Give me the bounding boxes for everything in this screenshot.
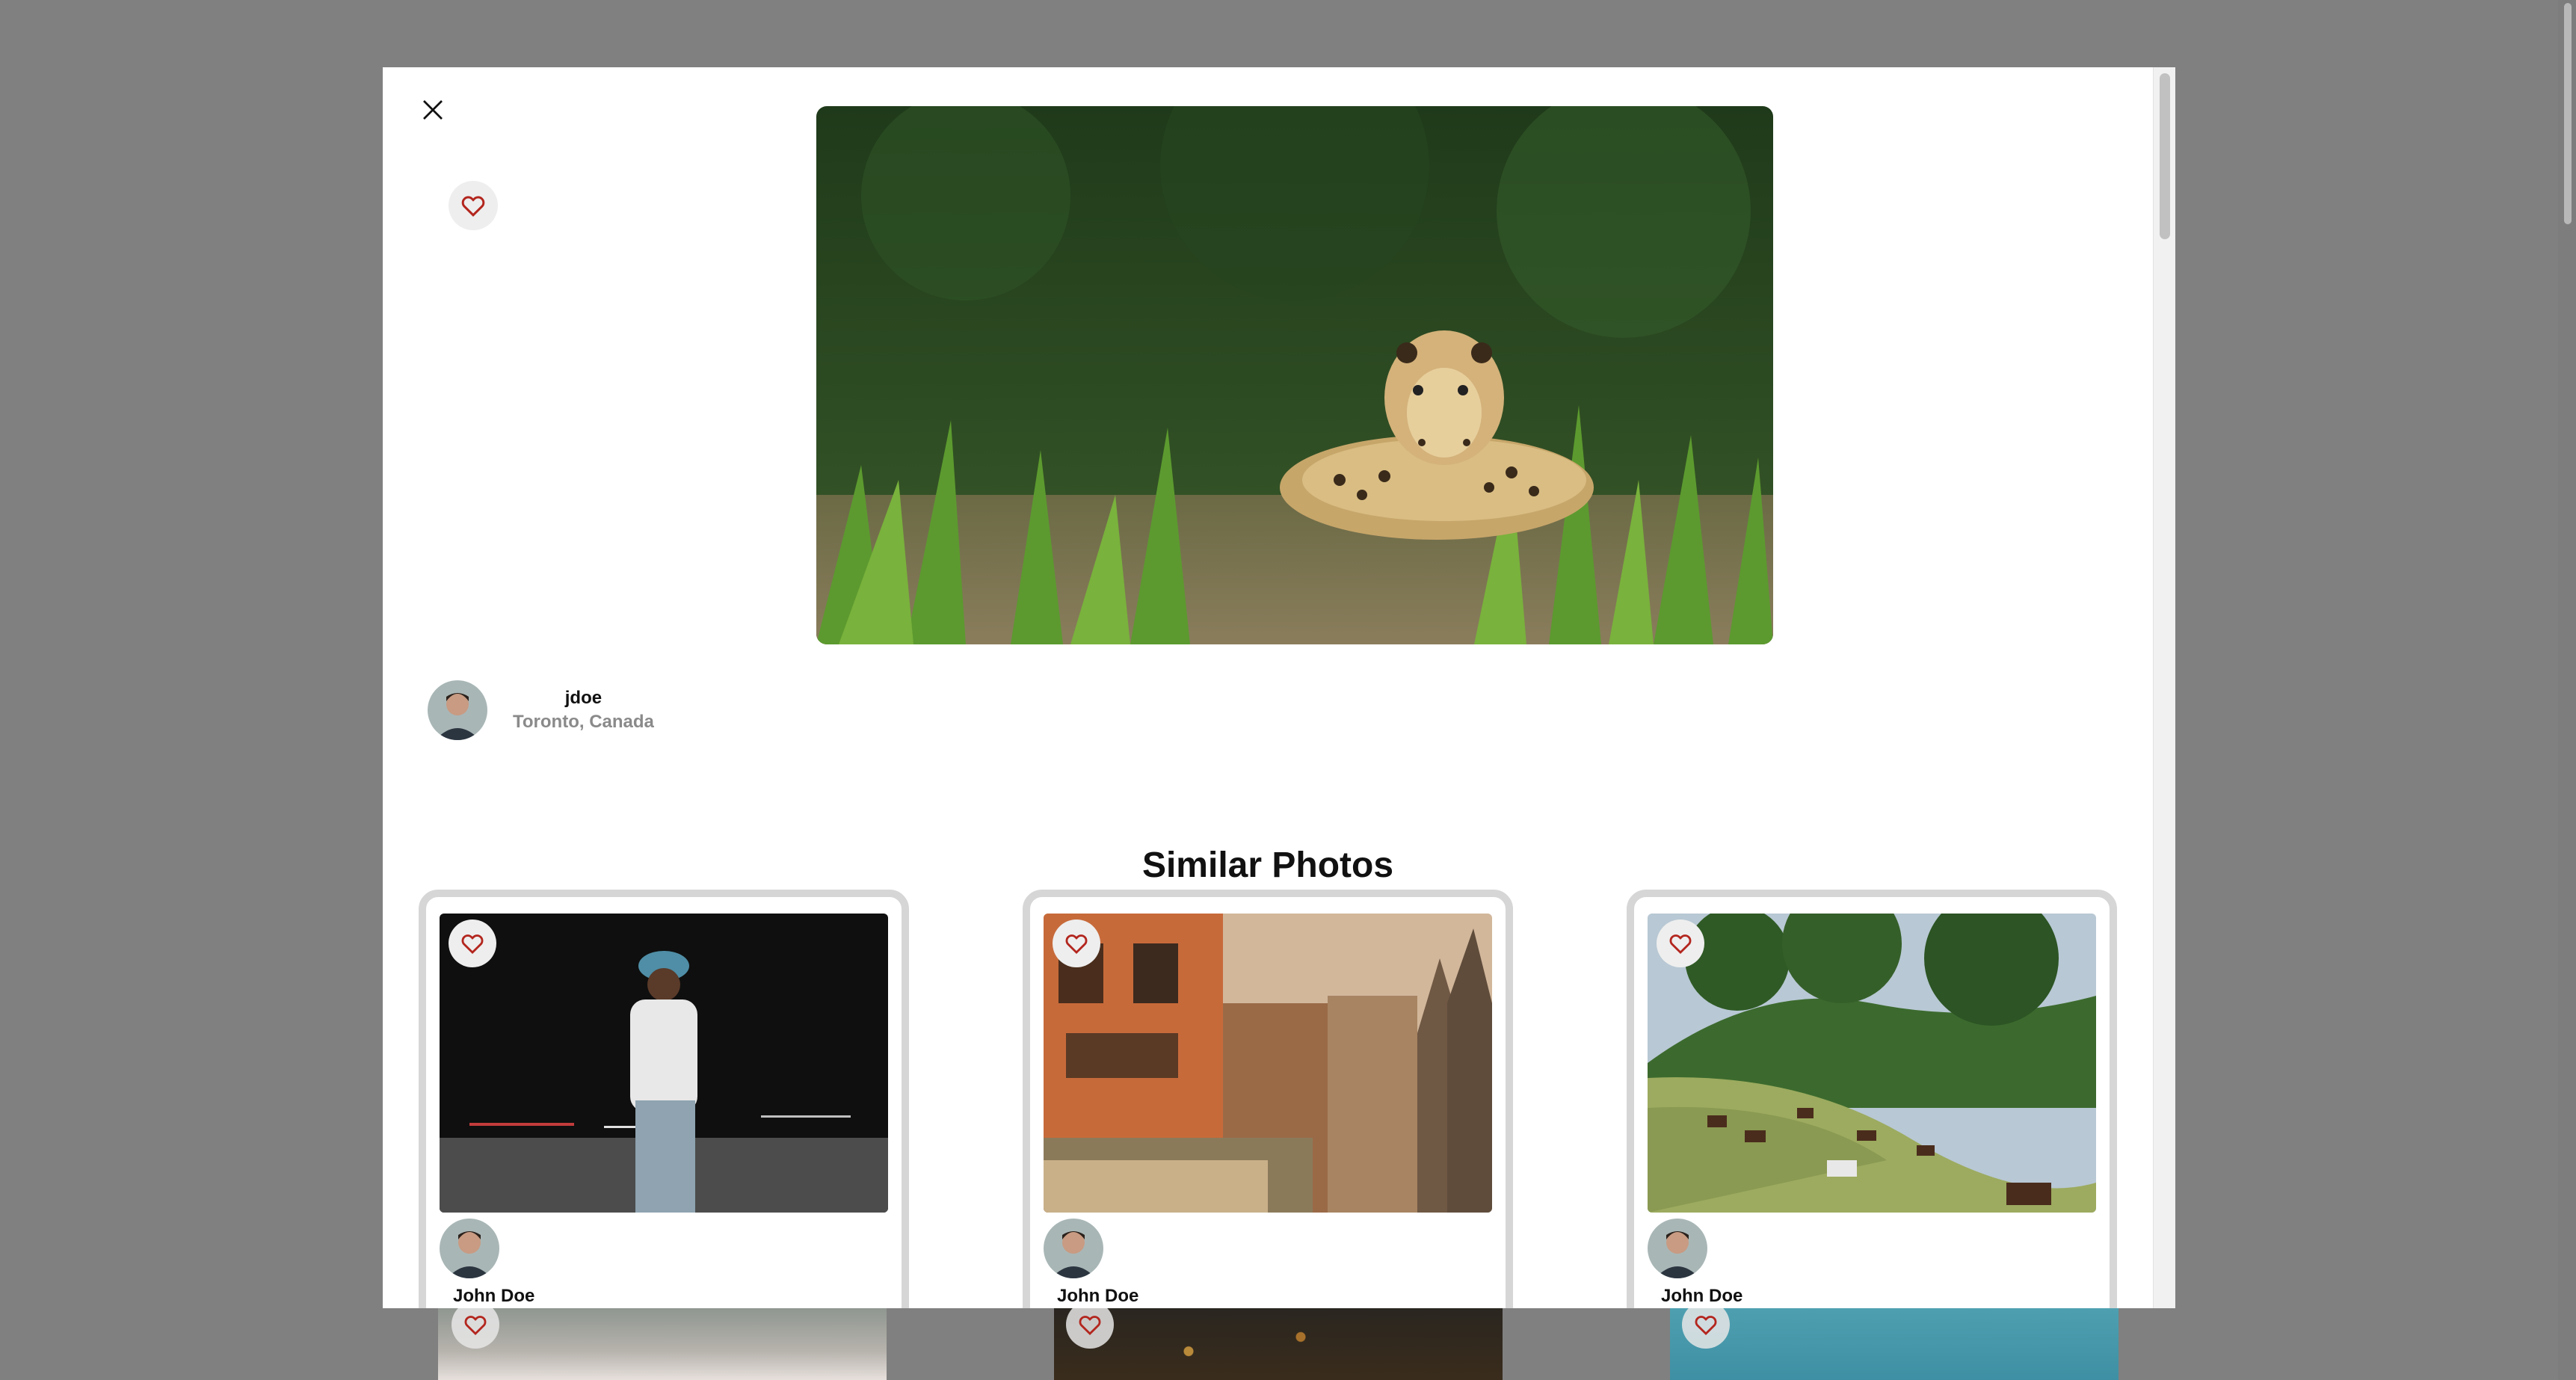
- card-author-name[interactable]: John Doe: [1661, 1286, 1743, 1307]
- similar-photo-card[interactable]: John Doe: [1023, 890, 1513, 1308]
- card-photo[interactable]: [1648, 914, 2096, 1213]
- author-location: Toronto, Canada: [513, 712, 654, 732]
- photo-modal: jdoe Toronto, Canada Similar Photos John…: [383, 67, 2175, 1308]
- avatar[interactable]: [1648, 1219, 1707, 1278]
- hero-photo: [816, 106, 1773, 644]
- modal-scrollbar-thumb[interactable]: [2160, 73, 2170, 239]
- author-info: jdoe Toronto, Canada: [428, 680, 654, 740]
- below-card-photo[interactable]: [1670, 1308, 2119, 1380]
- heart-icon: [1065, 934, 1088, 955]
- page-scrollbar[interactable]: [2558, 0, 2576, 1380]
- favorite-button[interactable]: [449, 920, 496, 967]
- jaguar-photo: [816, 106, 1773, 644]
- close-icon: [423, 100, 443, 120]
- author-username[interactable]: jdoe: [513, 688, 654, 709]
- similar-photo-card[interactable]: John Doe: [1627, 890, 2117, 1308]
- heart-icon: [461, 934, 484, 955]
- card-author-name[interactable]: John Doe: [453, 1286, 534, 1307]
- below-card-photo[interactable]: [1054, 1308, 1503, 1380]
- modal-scrollbar[interactable]: [2153, 67, 2175, 1308]
- favorite-button[interactable]: [1053, 920, 1100, 967]
- close-button[interactable]: [408, 85, 457, 135]
- below-card-photo[interactable]: [438, 1308, 887, 1380]
- similar-photos-heading: Similar Photos: [1141, 845, 1394, 885]
- page-scrollbar-thumb[interactable]: [2564, 3, 2572, 224]
- card-photo[interactable]: [440, 914, 888, 1213]
- avatar[interactable]: [440, 1219, 499, 1278]
- favorite-button[interactable]: [449, 181, 498, 230]
- heart-icon: [461, 196, 485, 217]
- avatar[interactable]: [428, 680, 487, 740]
- similar-photo-card[interactable]: John Doe: [419, 890, 909, 1308]
- favorite-button[interactable]: [1657, 920, 1704, 967]
- heart-icon: [1669, 934, 1692, 955]
- avatar[interactable]: [1044, 1219, 1103, 1278]
- card-photo[interactable]: [1044, 914, 1492, 1213]
- card-author-name[interactable]: John Doe: [1057, 1286, 1138, 1307]
